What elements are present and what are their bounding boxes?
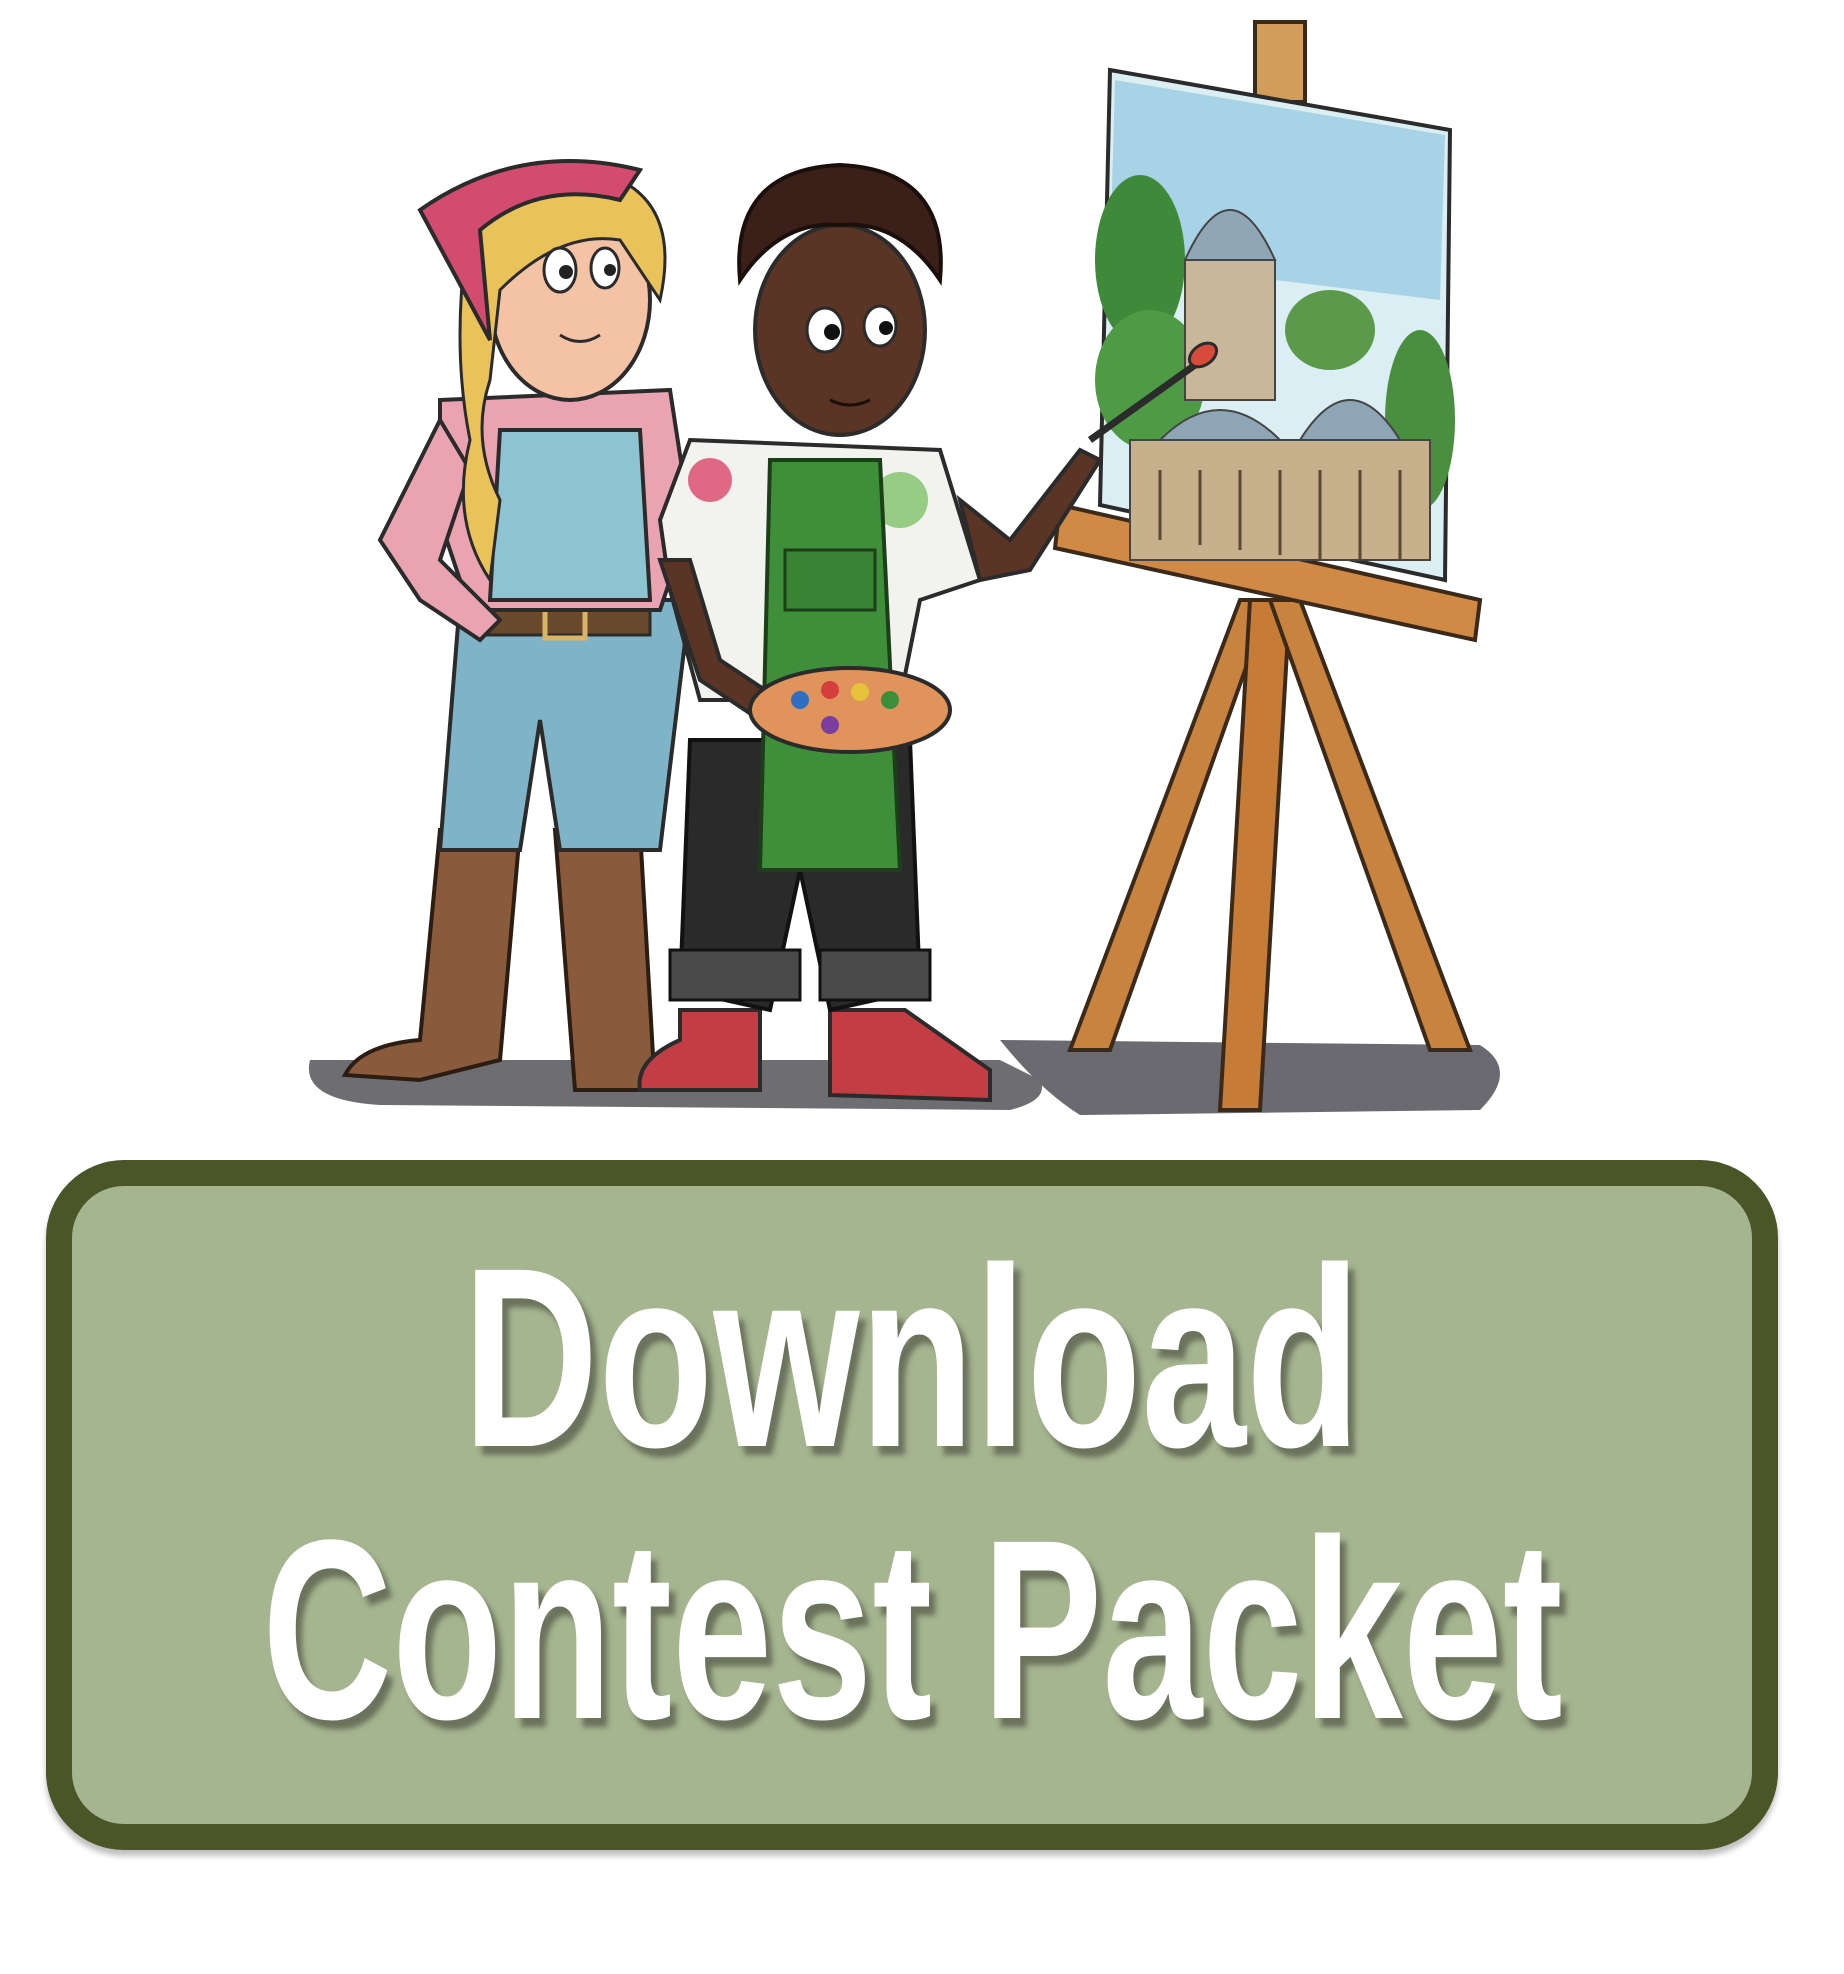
kids-painting-illustration: [308, 20, 1500, 1115]
canvas-painting: [1095, 67, 1455, 583]
girl-character: [341, 159, 693, 1092]
button-label-line-1: Download: [462, 1215, 1362, 1502]
button-label-line-2: Contest Packet: [261, 1487, 1563, 1774]
download-contest-packet-button[interactable]: Download Contest Packet: [46, 1160, 1778, 1850]
